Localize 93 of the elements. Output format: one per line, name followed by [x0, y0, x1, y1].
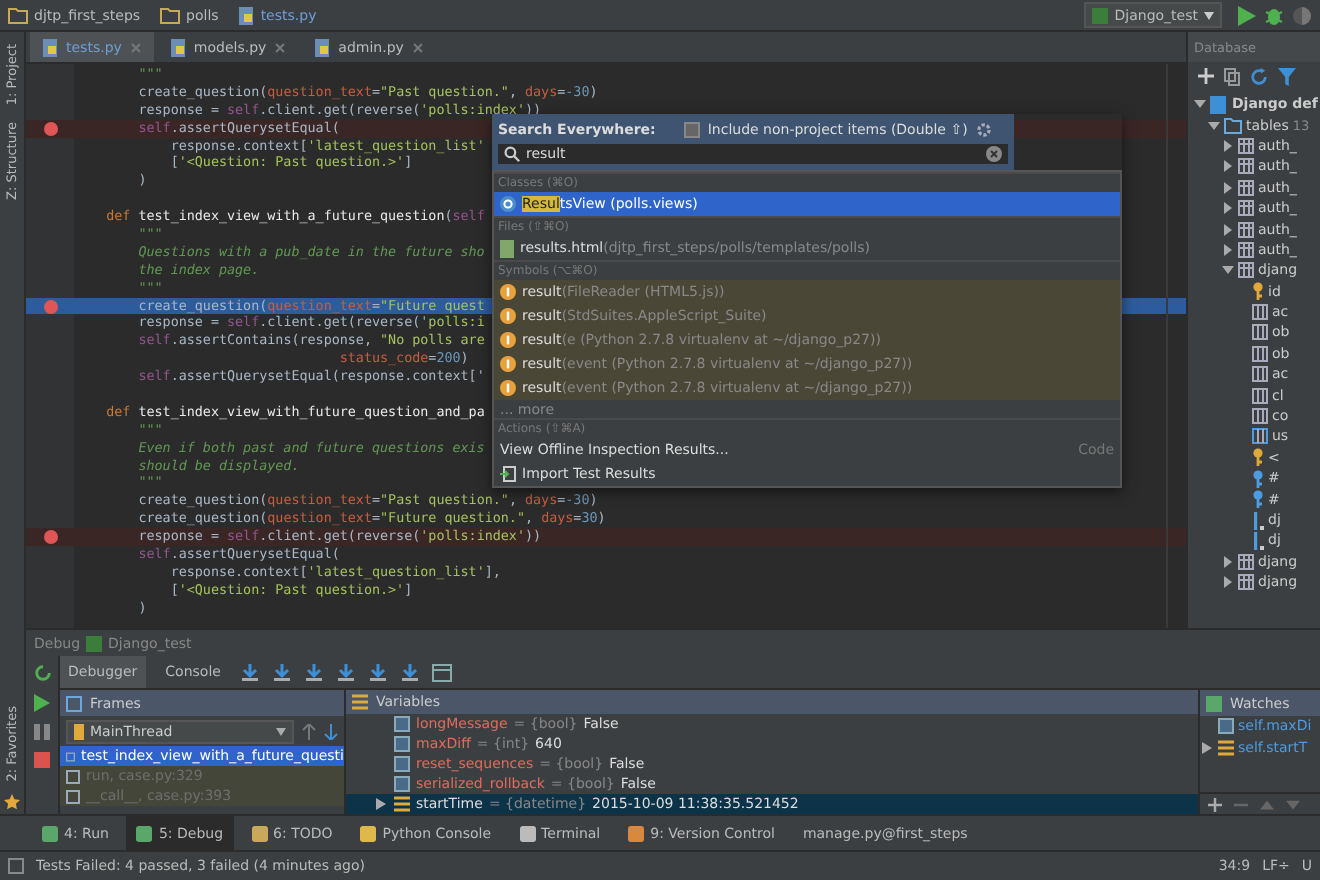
- clear-icon[interactable]: [986, 146, 1002, 162]
- key-icon: [1252, 282, 1264, 301]
- table-icon: [1238, 179, 1254, 196]
- field-icon: [1218, 718, 1234, 735]
- expand-arrow-icon[interactable]: [1221, 264, 1233, 277]
- breakpoint-icon[interactable]: [43, 121, 57, 136]
- column-icon: [1252, 345, 1268, 362]
- import-icon: [500, 466, 516, 482]
- console-icon: [360, 825, 377, 841]
- database-icon: [1210, 95, 1228, 114]
- expand-arrow-icon[interactable]: [1221, 139, 1233, 152]
- column-icon: [1252, 408, 1268, 425]
- expand-arrow-icon[interactable]: [1221, 555, 1233, 568]
- expand-arrow-icon[interactable]: [1221, 181, 1233, 194]
- folder-icon: [1224, 117, 1242, 134]
- close-icon[interactable]: [411, 41, 424, 53]
- thread-icon: [74, 723, 84, 739]
- django-icon: [1092, 7, 1109, 23]
- add-icon[interactable]: [1208, 797, 1222, 811]
- folder-icon: [8, 7, 28, 23]
- step-icon[interactable]: [240, 662, 261, 682]
- expand-arrow-icon[interactable]: [1221, 160, 1233, 173]
- layout-icon[interactable]: [8, 858, 24, 874]
- close-icon[interactable]: [274, 41, 287, 53]
- python-file-icon: [238, 5, 255, 25]
- search-icon: [504, 146, 520, 162]
- expand-arrow-icon[interactable]: [1221, 202, 1233, 215]
- terminal-icon: [519, 825, 536, 841]
- symbol-icon: [500, 332, 516, 348]
- symbol-icon: [500, 356, 516, 372]
- table-icon[interactable]: [432, 663, 453, 681]
- vcs-icon: [628, 825, 645, 841]
- step-icon[interactable]: [368, 662, 389, 682]
- step-icon[interactable]: [336, 662, 357, 682]
- copy-icon[interactable]: [1224, 67, 1240, 85]
- add-icon[interactable]: [1198, 68, 1214, 84]
- up-arrow-icon[interactable]: [302, 723, 316, 739]
- bug-icon[interactable]: [1264, 5, 1284, 25]
- folder-icon: [160, 7, 181, 23]
- gear-icon[interactable]: [975, 121, 992, 137]
- refresh-icon[interactable]: [1250, 67, 1268, 85]
- expand-arrow-icon[interactable]: [1221, 243, 1233, 256]
- frame-icon: [66, 695, 82, 711]
- caret-icon: [276, 727, 286, 735]
- column-icon: [1252, 387, 1268, 404]
- run-icon: [42, 825, 58, 841]
- checkbox[interactable]: [683, 121, 700, 137]
- python-file-icon: [314, 37, 331, 57]
- table-icon: [1238, 553, 1254, 570]
- expand-arrow-icon[interactable]: [1221, 576, 1233, 589]
- file-icon: [500, 239, 514, 257]
- table-icon: [1238, 574, 1254, 591]
- table-icon: [1238, 221, 1254, 238]
- table-icon: [1238, 241, 1254, 258]
- django-icon: [86, 635, 103, 651]
- star-icon: [4, 794, 20, 810]
- python-file-icon: [42, 37, 58, 57]
- step-icon[interactable]: [272, 662, 293, 682]
- todo-icon: [251, 825, 268, 841]
- symbol-icon: [500, 380, 516, 396]
- caret-icon: [1204, 11, 1214, 19]
- column-icon: [1252, 428, 1268, 445]
- table-icon: [1238, 137, 1254, 154]
- resume-icon[interactable]: [34, 694, 50, 712]
- column-icon: [1252, 366, 1268, 383]
- class-icon: [500, 196, 516, 212]
- expand-arrow-icon[interactable]: [1221, 223, 1233, 236]
- breakpoint-icon[interactable]: [43, 530, 57, 545]
- down-arrow-icon[interactable]: [324, 723, 338, 739]
- watch-icon: [1206, 695, 1222, 711]
- step-icon[interactable]: [304, 662, 325, 682]
- table-icon: [1238, 200, 1254, 217]
- expand-arrow-icon[interactable]: [376, 798, 386, 811]
- table-icon: [1238, 262, 1254, 279]
- list-icon: [352, 694, 368, 711]
- list-icon: [1218, 739, 1234, 756]
- pause-icon[interactable]: [34, 724, 50, 740]
- run-icon[interactable]: [1238, 5, 1256, 25]
- python-file-icon: [169, 37, 186, 57]
- coverage-icon[interactable]: [1292, 5, 1312, 25]
- step-icon[interactable]: [400, 662, 421, 682]
- expand-arrow-icon[interactable]: [1193, 98, 1205, 111]
- symbol-icon: [500, 308, 516, 324]
- expand-arrow-icon[interactable]: [1202, 741, 1212, 754]
- table-icon: [1238, 158, 1254, 175]
- filter-icon[interactable]: [1278, 67, 1296, 85]
- debug-icon: [136, 825, 153, 841]
- column-icon: [1252, 324, 1268, 341]
- list-icon: [394, 796, 410, 813]
- column-icon: [1252, 304, 1268, 321]
- expand-arrow-icon[interactable]: [1207, 119, 1219, 132]
- symbol-icon: [500, 284, 516, 300]
- rerun-icon[interactable]: [33, 664, 51, 682]
